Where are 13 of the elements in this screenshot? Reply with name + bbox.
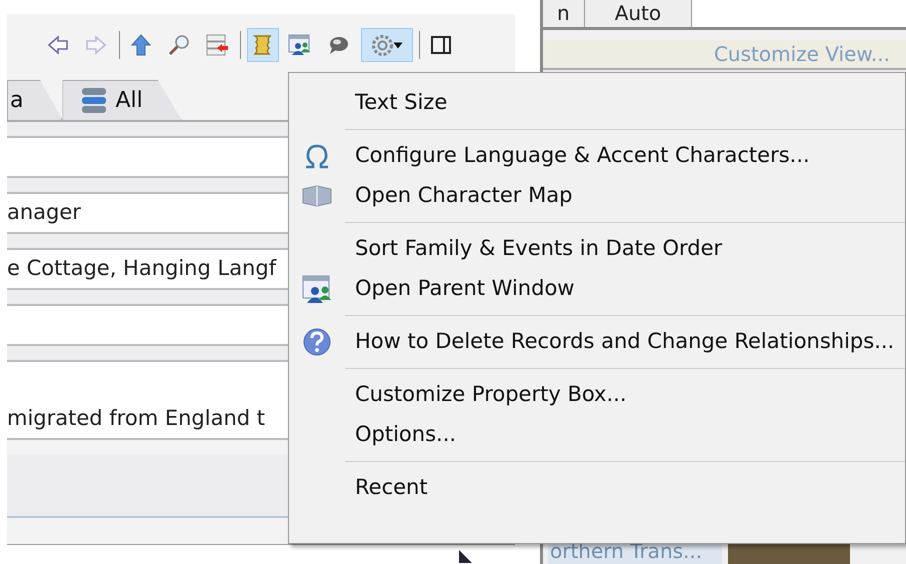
menu-item[interactable]: Text Size [289, 83, 905, 123]
settings-icon [372, 34, 402, 56]
menu-item[interactable]: Recent [289, 468, 905, 508]
column-header: Auto [584, 0, 692, 27]
mouse-cursor-icon [458, 550, 474, 564]
tab[interactable]: All [62, 80, 182, 120]
database-icon [81, 86, 108, 114]
window-people-icon [300, 274, 334, 304]
menu-item[interactable]: How to Delete Records and Change Relationships... [289, 322, 905, 362]
menu-item[interactable]: Configure Language & Accent Characters... [289, 136, 905, 176]
column-header: n [543, 0, 585, 27]
tab[interactable]: a [7, 80, 62, 120]
list-arrow-icon [205, 33, 231, 57]
